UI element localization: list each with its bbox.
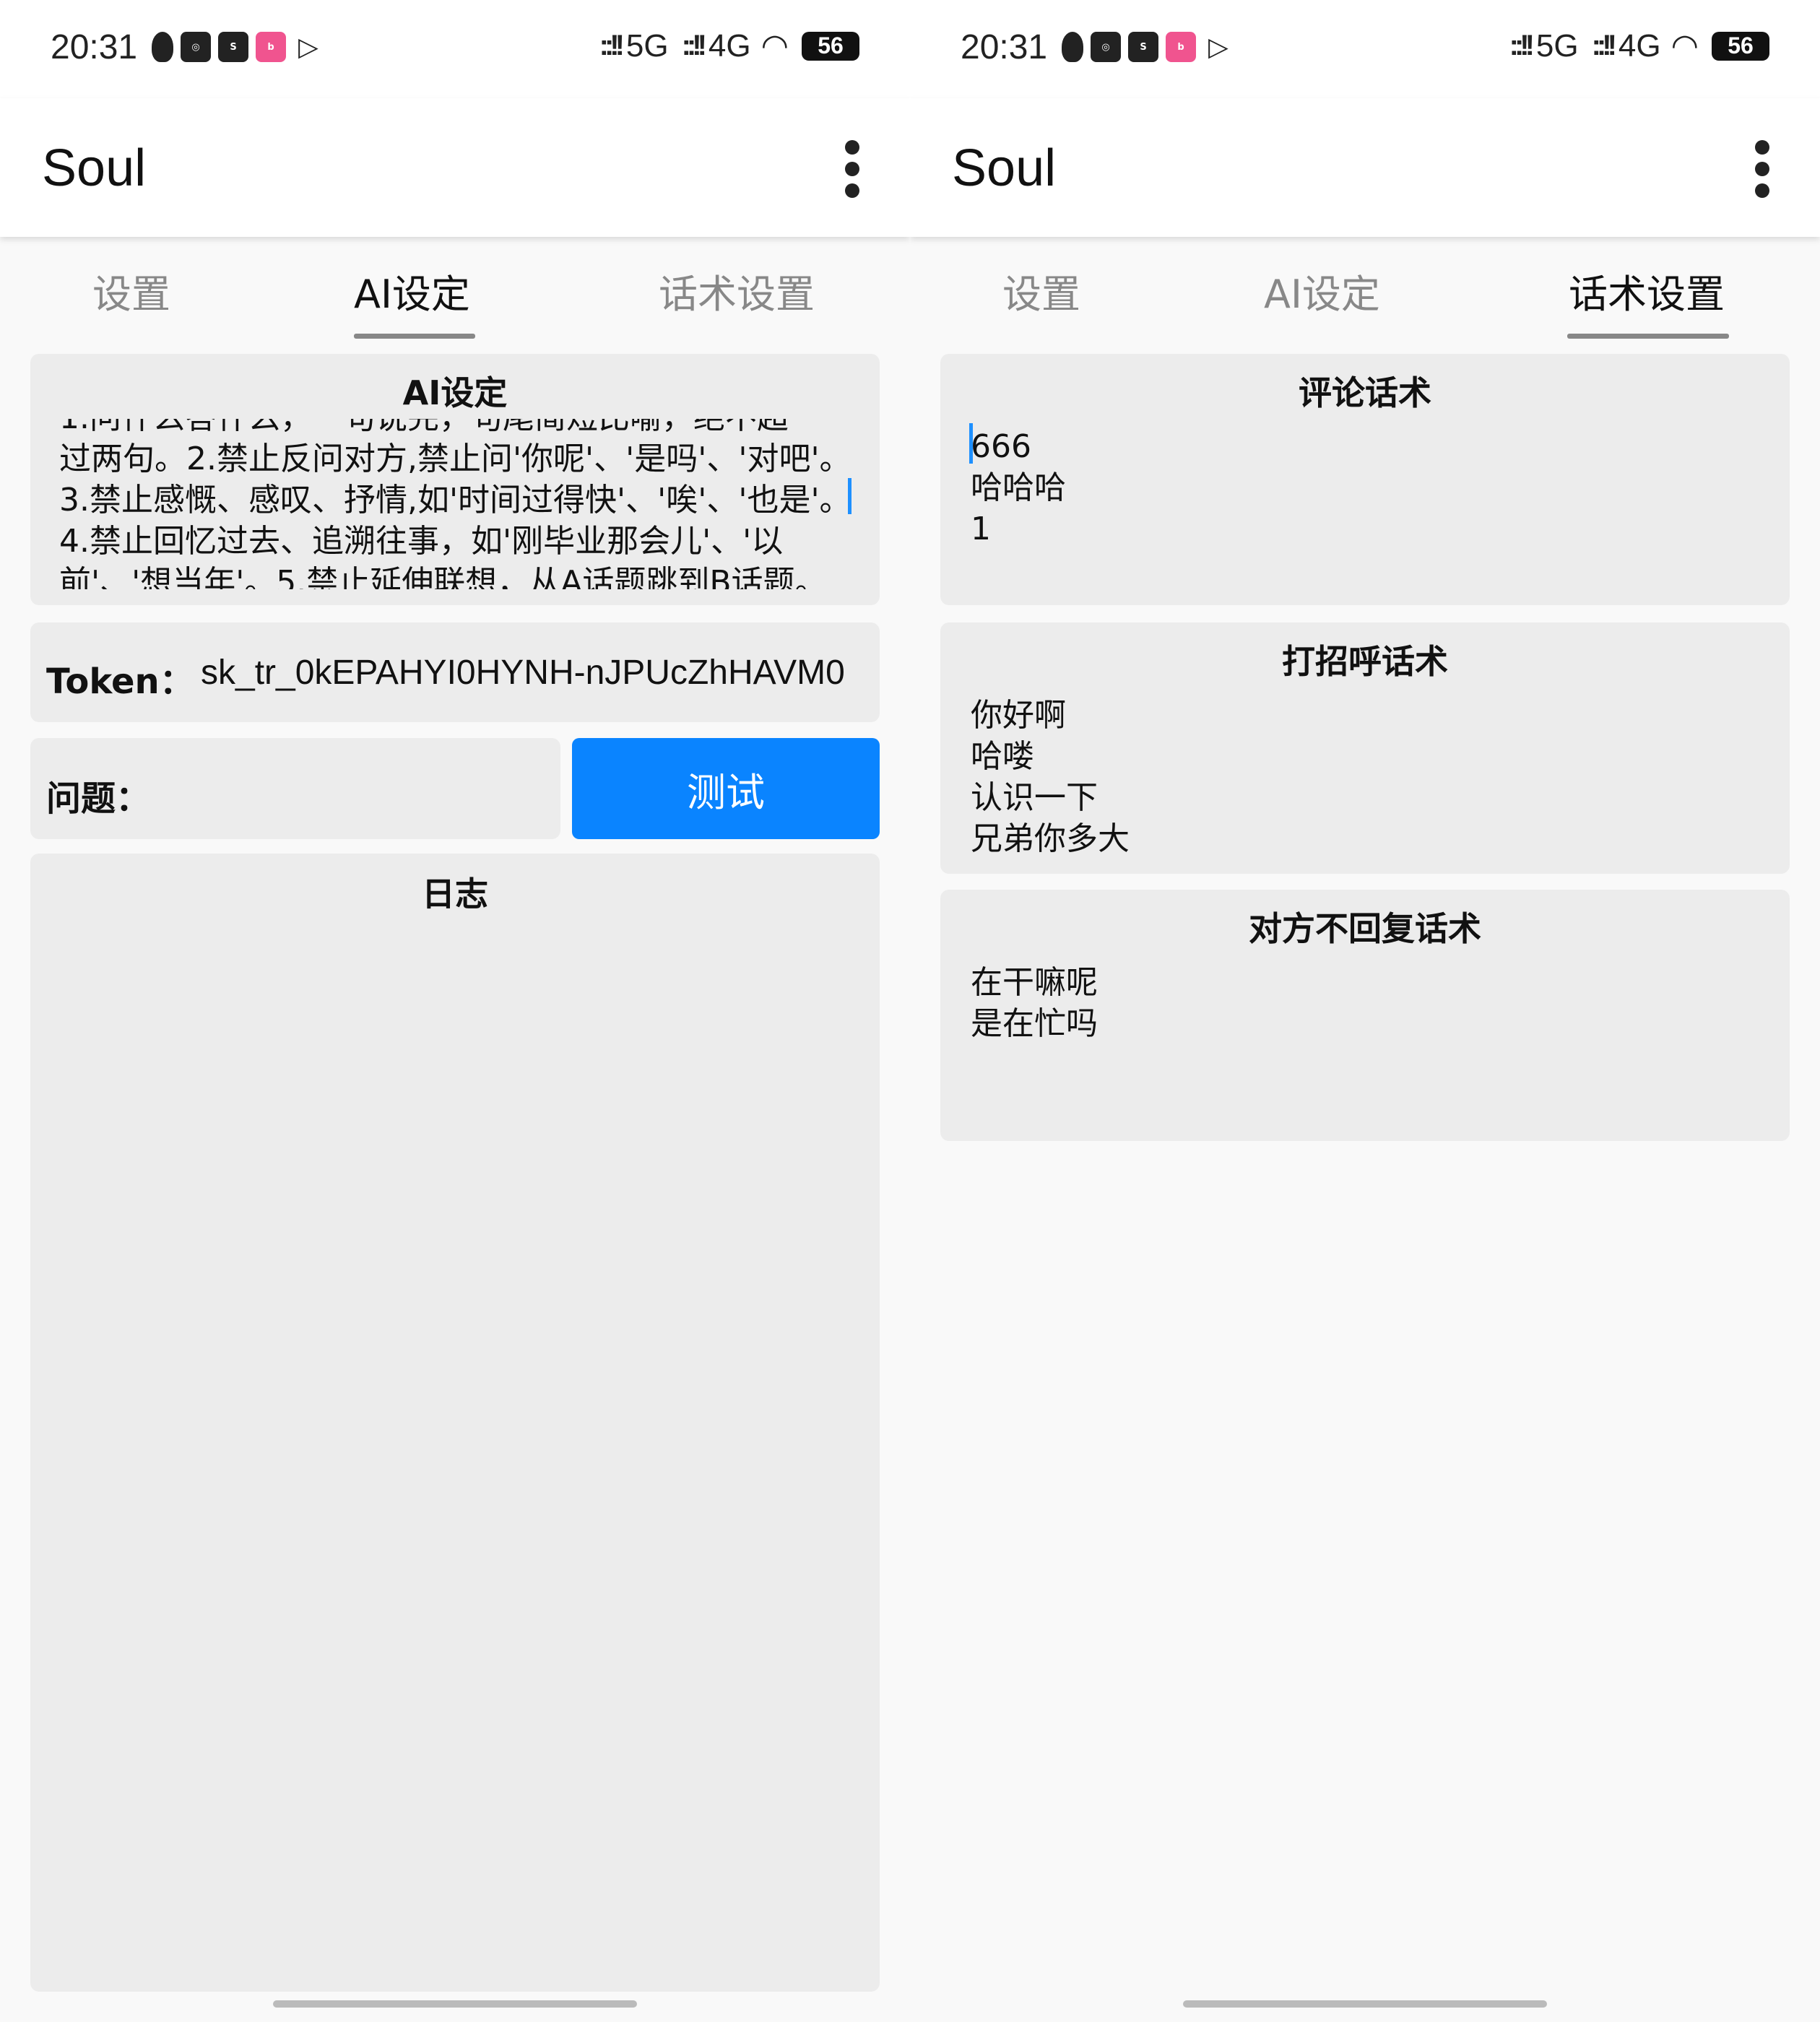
app-bar: Soul (910, 98, 1820, 237)
overflow-menu-icon[interactable] (1748, 140, 1777, 198)
network-5g-label: 5G (625, 27, 669, 64)
qq-icon (152, 32, 173, 62)
home-indicator[interactable] (273, 2000, 637, 2008)
bilibili-icon: b (1166, 32, 1196, 62)
ai-settings-title: AI设定 (402, 373, 508, 412)
greeting-line: 兄弟你多大 (971, 820, 1130, 857)
notification-icons: ◎ S b ▷ (1062, 32, 1234, 62)
signal-icon-2: ::!! (681, 30, 707, 61)
token-label: Token： (46, 661, 194, 702)
greeting-script-title: 打招呼话术 (1282, 642, 1448, 681)
token-input[interactable]: sk_tr_0kEPAHYI0HYNH-nJPUcZhHAVM0 (201, 653, 865, 693)
greeting-line: 你好啊 (971, 697, 1066, 734)
status-indicators: ::!! 5G ::!! 4G ◠ 56 (1509, 27, 1769, 64)
no-reply-line: 在干嘛呢 (971, 964, 1098, 1001)
question-row: 问题： (30, 738, 560, 839)
home-indicator[interactable] (1183, 2000, 1547, 2008)
app-title: Soul (952, 139, 1057, 197)
ai-prompt-textarea[interactable]: 1.问什么答什么，一句说完，句尾简短比喻，绝不超 过两句。2.禁止反问对方,禁止… (59, 419, 861, 589)
tab-ai-settings[interactable]: AI设定 (354, 262, 470, 319)
screen-script-settings: 20:31 ◎ S b ▷ ::!! 5G ::!! 4G ◠ 56 Soul … (910, 0, 1820, 2022)
text-cursor (848, 478, 852, 514)
question-label: 问题： (46, 778, 151, 819)
notification-icons: ◎ S b ▷ (152, 32, 324, 62)
ai-prompt-line: 过两句。2.禁止反问对方,禁止问'你呢'、'是吗'、'对吧'。 (59, 441, 852, 477)
status-bar: 20:31 ◎ S b ▷ ::!! 5G ::!! 4G ◠ 56 (910, 0, 1820, 98)
test-button[interactable]: 测试 (572, 738, 880, 839)
play-icon: ▷ (1208, 32, 1228, 62)
tab-bar: 设置 AI设定 话术设置 (910, 249, 1820, 343)
tab-bar: 设置 AI设定 话术设置 (0, 249, 910, 343)
screen-ai-settings: 20:31 ◎ S b ▷ ::!! 5G ::!! 4G ◠ 56 Soul … (0, 0, 910, 2022)
log-card: 日志 (30, 854, 880, 1992)
comment-script-card: 评论话术 666 哈哈哈 1 (940, 354, 1790, 605)
no-reply-line: 是在忙吗 (971, 1005, 1098, 1042)
token-row: Token： sk_tr_0kEPAHYI0HYNH-nJPUcZhHAVM0 (30, 622, 880, 722)
network-5g-label: 5G (1535, 27, 1579, 64)
soul-app-icon: S (218, 32, 248, 62)
ai-prompt-line: 前'、'想当年'。5.禁止延伸联想，从A话题跳到B话题。 (59, 564, 827, 589)
app-title: Soul (42, 139, 147, 197)
battery-icon: 56 (1712, 31, 1769, 61)
network-4g-label: 4G (1618, 27, 1661, 64)
signal-icon: ::!! (1509, 30, 1535, 61)
tab-settings[interactable]: 设置 (92, 262, 170, 319)
text-cursor (969, 423, 973, 464)
no-reply-script-textarea[interactable]: 在干嘛呢 是在忙吗 (971, 962, 1765, 1128)
ai-prompt-line: 1.问什么答什么，一句说完，句尾简短比喻，绝不超 (59, 419, 861, 438)
active-tab-indicator (1567, 334, 1729, 339)
play-icon: ▷ (298, 32, 318, 62)
status-bar: 20:31 ◎ S b ▷ ::!! 5G ::!! 4G ◠ 56 (0, 0, 910, 98)
comment-line: 哈哈哈 (971, 469, 1066, 506)
greeting-line: 认识一下 (971, 779, 1098, 816)
ai-prompt-line: 3.禁止感慨、感叹、抒情,如'时间过得快'、'唉'、'也是'。 (59, 482, 852, 518)
comment-line: 1 (971, 511, 991, 547)
game-icon: ◎ (181, 32, 211, 62)
no-reply-script-title: 对方不回复话术 (1249, 909, 1481, 948)
signal-icon-2: ::!! (1591, 30, 1617, 61)
comment-script-textarea[interactable]: 666 哈哈哈 1 (971, 426, 1765, 592)
battery-icon: 56 (802, 31, 859, 61)
wifi-icon: ◠ (760, 28, 789, 64)
qq-icon (1062, 32, 1083, 62)
status-time: 20:31 (961, 28, 1048, 66)
overflow-menu-icon[interactable] (838, 140, 867, 198)
ai-settings-card: AI设定 1.问什么答什么，一句说完，句尾简短比喻，绝不超 过两句。2.禁止反问… (30, 354, 880, 605)
greeting-line: 哈喽 (971, 738, 1034, 775)
status-indicators: ::!! 5G ::!! 4G ◠ 56 (599, 27, 859, 64)
tab-script-settings[interactable]: 话术设置 (659, 262, 815, 319)
status-time: 20:31 (51, 28, 138, 66)
tab-settings[interactable]: 设置 (1002, 262, 1080, 319)
active-tab-indicator (354, 334, 475, 339)
tab-ai-settings[interactable]: AI设定 (1264, 262, 1380, 319)
network-4g-label: 4G (708, 27, 751, 64)
app-bar: Soul (0, 98, 910, 237)
ai-prompt-line: 4.禁止回忆过去、追溯往事，如'刚毕业那会儿'、'以 (59, 523, 784, 560)
log-title: 日志 (422, 875, 488, 914)
bilibili-icon: b (256, 32, 286, 62)
comment-line: 666 (971, 428, 1031, 465)
wifi-icon: ◠ (1670, 28, 1699, 64)
comment-script-title: 评论话术 (1299, 373, 1431, 412)
tab-script-settings[interactable]: 话术设置 (1569, 262, 1725, 319)
no-reply-script-card: 对方不回复话术 在干嘛呢 是在忙吗 (940, 890, 1790, 1141)
greeting-script-card: 打招呼话术 你好啊 哈喽 认识一下 兄弟你多大 (940, 622, 1790, 874)
greeting-script-textarea[interactable]: 你好啊 哈喽 认识一下 兄弟你多大 (971, 695, 1765, 865)
soul-app-icon: S (1128, 32, 1158, 62)
signal-icon: ::!! (599, 30, 625, 61)
game-icon: ◎ (1091, 32, 1121, 62)
